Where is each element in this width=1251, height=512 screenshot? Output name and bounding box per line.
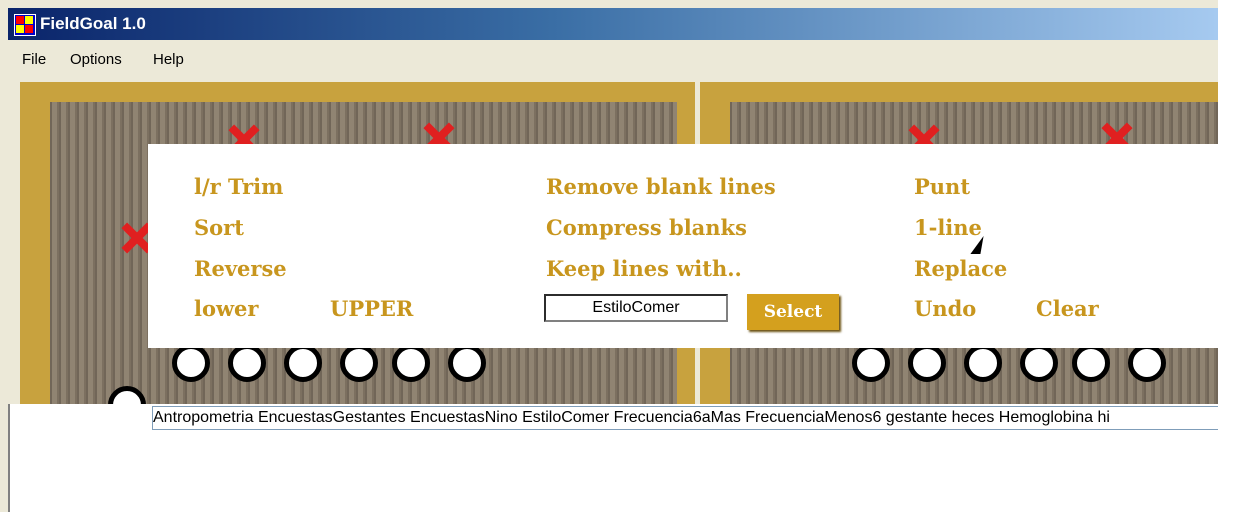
lower-button[interactable]: lower — [194, 296, 259, 321]
menu-bar: File Options Help — [8, 44, 1218, 74]
divider — [8, 404, 10, 512]
select-button[interactable]: Select — [747, 294, 839, 330]
keep-lines-with-button[interactable]: Keep lines with.. — [546, 256, 742, 281]
player-circle-icon — [964, 344, 1002, 382]
player-circle-icon — [908, 344, 946, 382]
window-title: FieldGoal 1.0 — [40, 14, 146, 33]
player-circle-icon — [1020, 344, 1058, 382]
player-circle-icon — [284, 344, 322, 382]
filter-input[interactable] — [544, 294, 728, 322]
player-circle-icon — [392, 344, 430, 382]
command-panel: l/r Trim Sort Reverse lower UPPER Remove… — [148, 144, 1220, 348]
clear-button[interactable]: Clear — [1036, 296, 1099, 321]
app-window: FieldGoal 1.0 File Options Help l/r Trim… — [0, 0, 1251, 512]
player-circle-icon — [1072, 344, 1110, 382]
upper-button[interactable]: UPPER — [330, 296, 413, 321]
player-circle-icon — [340, 344, 378, 382]
compress-blanks-button[interactable]: Compress blanks — [546, 215, 747, 240]
player-circle-icon — [172, 344, 210, 382]
menu-help[interactable]: Help — [153, 51, 184, 68]
player-circle-icon — [852, 344, 890, 382]
remove-blank-lines-button[interactable]: Remove blank lines — [546, 174, 776, 199]
lr-trim-button[interactable]: l/r Trim — [194, 174, 283, 199]
punt-button[interactable]: Punt — [914, 174, 970, 199]
one-line-button[interactable]: 1-line — [914, 215, 982, 240]
replace-button[interactable]: Replace — [914, 256, 1007, 281]
player-circle-icon — [228, 344, 266, 382]
player-circle-icon — [1128, 344, 1166, 382]
menu-file[interactable]: File — [22, 51, 46, 68]
player-circle-icon — [448, 344, 486, 382]
left-margin — [8, 404, 150, 512]
reverse-button[interactable]: Reverse — [194, 256, 287, 281]
undo-button[interactable]: Undo — [914, 296, 976, 321]
torn-edge — [1218, 0, 1251, 512]
file-list-area: Antropometria EncuestasGestantes Encuest… — [150, 404, 1251, 512]
file-list-text[interactable]: Antropometria EncuestasGestantes Encuest… — [152, 406, 1224, 430]
sort-button[interactable]: Sort — [194, 215, 244, 240]
menu-options[interactable]: Options — [70, 51, 122, 68]
app-icon — [14, 14, 36, 36]
title-bar: FieldGoal 1.0 — [8, 8, 1218, 40]
